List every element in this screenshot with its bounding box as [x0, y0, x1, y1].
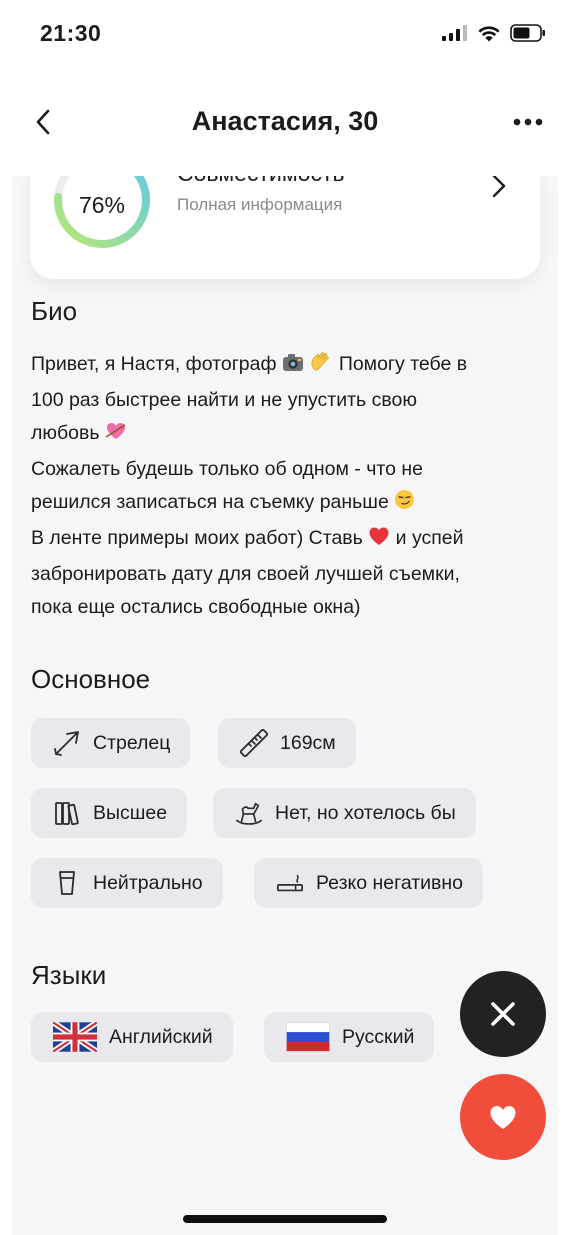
- dislike-button[interactable]: [460, 971, 546, 1057]
- compatibility-card[interactable]: 76% Совместимость Полная информация: [30, 176, 540, 279]
- bio-line: Привет, я Настя, фотограф: [31, 353, 277, 375]
- battery-icon: [510, 24, 545, 42]
- chip-label: Высшее: [93, 801, 168, 824]
- bio-line: решился записаться на съемку раньше: [31, 491, 389, 514]
- page-title: Анастасия, 30: [191, 106, 379, 136]
- chip-label: Резко негативно: [316, 871, 464, 894]
- bio-line: пока еще остались свободные окна): [31, 596, 361, 619]
- bio-text: Привет, я Настя, фотограф Помогу тебе в …: [31, 348, 531, 625]
- russia-flag-icon: [286, 1022, 330, 1052]
- bio-line: забронировать дату для своей лучшей съем…: [31, 562, 460, 585]
- heart-arrow-emoji-icon: [105, 419, 127, 453]
- signal-icon: [442, 25, 467, 41]
- bio-line: Помогу тебе в: [338, 353, 468, 375]
- uk-flag-icon: [53, 1022, 97, 1052]
- status-icons: [442, 24, 546, 42]
- compatibility-percent: 76%: [78, 192, 126, 218]
- compatibility-subtitle: Полная информация: [177, 195, 343, 214]
- books-icon: [53, 799, 81, 827]
- bio-line: В ленте примеры моих работ) Ставь: [31, 526, 363, 549]
- smirk-emoji-icon: [394, 488, 415, 522]
- chip-alcohol[interactable]: Нейтрально: [31, 858, 223, 908]
- cigarette-icon: [276, 869, 304, 897]
- chip-label: Русский: [342, 1025, 415, 1048]
- basics-title: Основное: [31, 664, 151, 694]
- chip-label: Английский: [109, 1025, 213, 1048]
- chip-label: 169см: [280, 731, 336, 754]
- profile-content[interactable]: 76% Совместимость Полная информация Био …: [12, 176, 558, 1235]
- status-time: 21:30: [40, 20, 102, 46]
- more-dots-icon: [513, 118, 543, 126]
- heart-icon: [490, 1105, 516, 1129]
- rocking-horse-icon: [235, 799, 263, 827]
- compatibility-title: Совместимость: [177, 176, 344, 187]
- chip-label: Стрелец: [93, 731, 171, 754]
- nav-bar: Анастасия, 30: [0, 86, 570, 160]
- chip-smoking[interactable]: Резко негативно: [254, 858, 484, 908]
- chip-children[interactable]: Нет, но хотелось бы: [213, 788, 476, 838]
- languages-title: Языки: [31, 960, 107, 990]
- camera-emoji-icon: [282, 350, 304, 384]
- close-icon: [491, 1002, 515, 1026]
- bio-line: 100 раз быстрее найти и не упустить свою: [31, 388, 417, 411]
- status-bar: 21:30: [0, 0, 570, 70]
- ruler-icon: [240, 729, 268, 757]
- chip-height[interactable]: 169см: [218, 718, 356, 768]
- chevron-right-icon: [492, 176, 506, 198]
- arrow-icon: [53, 729, 81, 757]
- bio-line: Сожалеть будешь только об одном - что не: [31, 457, 423, 480]
- wifi-icon: [478, 25, 500, 41]
- chip-label: Нет, но хотелось бы: [275, 801, 456, 824]
- chip-language-english[interactable]: Английский: [31, 1012, 233, 1062]
- home-indicator: [183, 1215, 387, 1223]
- chip-education[interactable]: Высшее: [31, 788, 188, 838]
- chip-zodiac[interactable]: Стрелец: [31, 718, 191, 768]
- more-options-button[interactable]: [508, 104, 548, 140]
- waving-hand-emoji-icon: [309, 350, 333, 384]
- red-heart-emoji-icon: [368, 524, 390, 558]
- bio-title: Био: [31, 296, 78, 326]
- chip-language-russian[interactable]: Русский: [264, 1012, 435, 1062]
- bio-line: и успей: [395, 526, 464, 549]
- bio-line: любовь: [31, 422, 100, 445]
- like-button[interactable]: [460, 1074, 546, 1160]
- chip-label: Нейтрально: [93, 871, 203, 894]
- glass-icon: [53, 869, 81, 897]
